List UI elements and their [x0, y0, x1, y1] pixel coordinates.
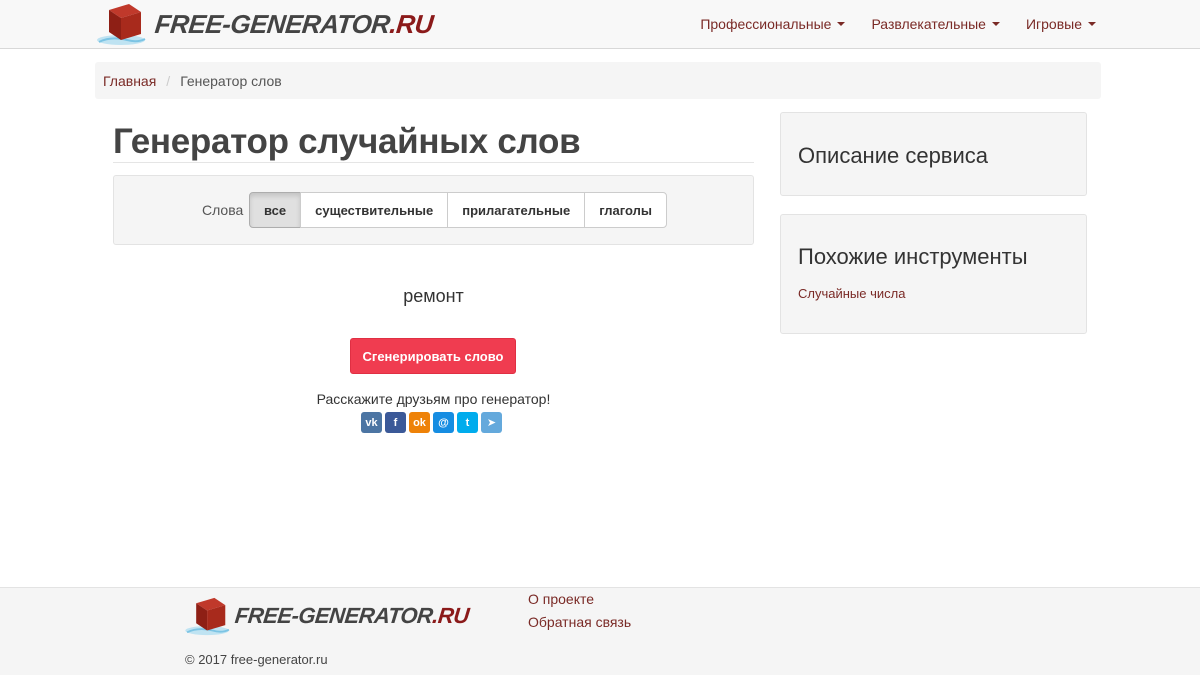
moimir-icon[interactable]: @	[433, 412, 454, 433]
page-title: Генератор случайных слов	[113, 122, 581, 161]
logo-text: FREE-GENERATOR.RU	[153, 8, 435, 39]
related-tools-panel: Похожие инструменты Случайные числа	[780, 214, 1087, 334]
filter-adjectives-button[interactable]: прилагательные	[447, 192, 586, 228]
twitter-icon[interactable]: t	[457, 412, 478, 433]
related-tool-link[interactable]: Случайные числа	[798, 286, 905, 301]
title-divider	[113, 162, 754, 163]
caret-down-icon	[991, 22, 1000, 26]
breadcrumb: Главная / Генератор слов	[95, 62, 1101, 99]
service-description-title: Описание сервиса	[798, 143, 989, 168]
copyright: © 2017 free-generator.ru	[185, 652, 328, 667]
site-logo[interactable]: FREE-GENERATOR.RU	[97, 2, 435, 46]
word-type-button-group: все существительные прилагательные глаго…	[249, 192, 668, 228]
footer-link-about[interactable]: О проекте	[528, 592, 631, 607]
generate-word-button[interactable]: Сгенерировать слово	[350, 338, 516, 374]
filter-all-button[interactable]: все	[249, 192, 302, 228]
main-menu: Профессиональные Развлекательные Игровые	[674, 0, 1096, 48]
nav-professional[interactable]: Профессиональные	[700, 16, 846, 32]
caret-down-icon	[837, 22, 846, 26]
service-description-panel: Описание сервиса	[780, 112, 1087, 196]
filter-nouns-button[interactable]: существительные	[300, 192, 449, 228]
breadcrumb-home[interactable]: Главная	[103, 73, 156, 89]
navbar: FREE-GENERATOR.RU Профессиональные Развл…	[0, 0, 1200, 49]
telegram-icon[interactable]: ➤	[481, 412, 502, 433]
facebook-icon[interactable]: f	[385, 412, 406, 433]
share-prompt: Расскажите друзьям про генератор!	[316, 391, 551, 407]
social-share-bar: vk f ok @ t ➤	[361, 412, 502, 433]
cube-logo-icon	[97, 2, 147, 46]
generated-word: ремонт	[403, 286, 464, 306]
filter-verbs-button[interactable]: глаголы	[584, 192, 668, 228]
cube-logo-icon	[185, 596, 231, 636]
footer-link-feedback[interactable]: Обратная связь	[528, 615, 631, 630]
odnoklassniki-icon[interactable]: ok	[409, 412, 430, 433]
related-tools-title: Похожие инструменты	[798, 244, 1028, 269]
nav-games[interactable]: Игровые	[1026, 16, 1096, 32]
breadcrumb-current: Генератор слов	[180, 72, 282, 89]
footer-logo[interactable]: FREE-GENERATOR.RU	[185, 596, 471, 636]
filter-label: Слова	[202, 202, 244, 218]
word-type-filter: Слова все существительные прилагательные…	[113, 175, 754, 245]
caret-down-icon	[1088, 22, 1096, 26]
vk-icon[interactable]: vk	[361, 412, 382, 433]
logo-text: FREE-GENERATOR.RU	[233, 603, 471, 628]
footer-links: О проекте Обратная связь	[528, 592, 631, 638]
nav-entertainment[interactable]: Развлекательные	[871, 16, 1000, 32]
breadcrumb-separator: /	[166, 72, 171, 89]
